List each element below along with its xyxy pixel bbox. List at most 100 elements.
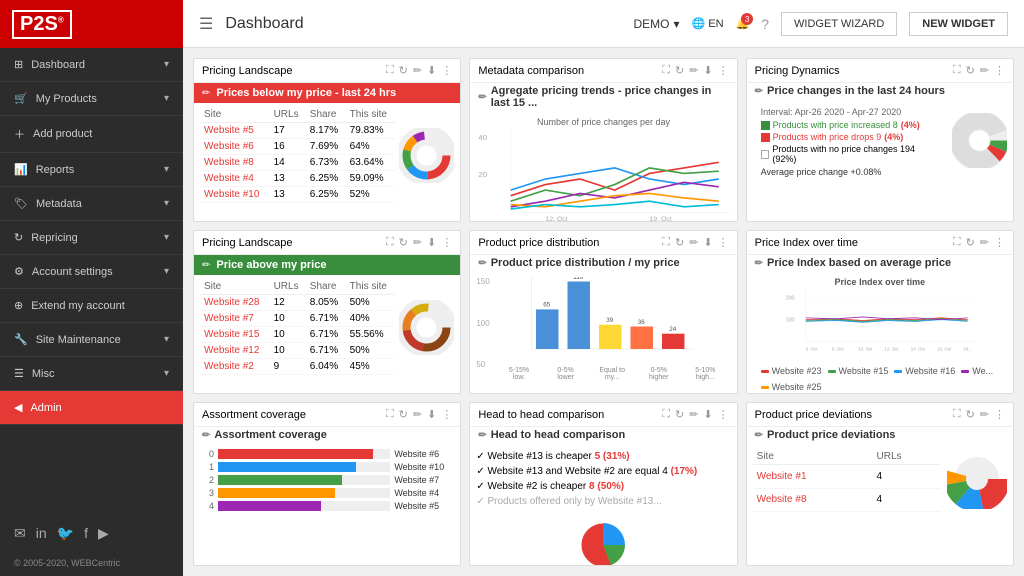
site-link[interactable]: Website #7 (200, 311, 270, 327)
expand-icon[interactable]: ⛶ (953, 64, 961, 77)
twitter-icon[interactable]: 🐦 (57, 525, 74, 542)
more-icon[interactable]: ⋮ (718, 236, 729, 249)
sidebar-item-account-settings[interactable]: ⚙ Account settings ▾ (0, 255, 183, 289)
download-icon[interactable]: ⬇ (427, 236, 436, 249)
widget-body: Site URLs Website #14Website #84 (747, 445, 1013, 565)
chart-title: Price Index over time (753, 277, 1007, 287)
site-link[interactable]: Website #6 (200, 139, 270, 155)
youtube-icon[interactable]: ▶ (98, 525, 109, 542)
globe-icon: 🌐 (692, 18, 706, 30)
more-icon[interactable]: ⋮ (994, 64, 1005, 77)
expand-icon[interactable]: ⛶ (662, 236, 670, 249)
site-link[interactable]: Website #28 (200, 295, 270, 311)
sidebar-item-dashboard[interactable]: ⊞ Dashboard ▾ (0, 48, 183, 82)
sidebar-item-site-maintenance[interactable]: 🔧 Site Maintenance ▾ (0, 323, 183, 357)
refresh-icon[interactable]: ↻ (966, 408, 975, 421)
site-icon: 🔧 (14, 333, 28, 346)
edit-icon[interactable]: ✏ (413, 64, 422, 77)
sidebar-item-extend[interactable]: ⊕ Extend my account (0, 289, 183, 323)
sidebar-item-add-product[interactable]: ＋ Add product (0, 116, 183, 153)
site-link[interactable]: Website #15 (200, 327, 270, 343)
widget-subtitle: ✏ Product price deviations (747, 427, 1013, 445)
refresh-icon[interactable]: ↻ (675, 408, 684, 421)
increased-pct: (4%) (901, 120, 920, 130)
widget-pricing-landscape-above: Pricing Landscape ⛶ ↻ ✏ ⬇ ⋮ ✏ Price abov… (193, 230, 461, 394)
edit-icon[interactable]: ✏ (413, 408, 422, 421)
expand-icon[interactable]: ⛶ (953, 236, 961, 249)
edit-icon[interactable]: ✏ (689, 408, 698, 421)
expand-icon[interactable]: ⛶ (953, 408, 961, 421)
refresh-icon[interactable]: ↻ (966, 236, 975, 249)
more-icon[interactable]: ⋮ (441, 408, 452, 421)
edit-icon[interactable]: ✏ (689, 64, 698, 77)
subtitle-text: Price changes in the last 24 hours (767, 85, 945, 97)
legend-color (894, 370, 902, 373)
expand-icon[interactable]: ⛶ (662, 408, 670, 421)
download-icon[interactable]: ⬇ (703, 64, 712, 77)
edit-icon[interactable]: ✏ (413, 236, 422, 249)
refresh-icon[interactable]: ↻ (399, 64, 408, 77)
site-link[interactable]: Website #2 (200, 359, 270, 375)
site-link[interactable]: Website #5 (200, 123, 270, 139)
more-icon[interactable]: ⋮ (994, 236, 1005, 249)
coverage-bar-item: 1Website #10 (200, 462, 454, 472)
expand-icon[interactable]: ⛶ (386, 236, 394, 249)
expand-icon[interactable]: ⛶ (386, 64, 394, 77)
refresh-icon[interactable]: ↻ (675, 64, 684, 77)
y-label-150: 150 (476, 277, 489, 286)
site-link[interactable]: Website #8 (200, 155, 270, 171)
refresh-icon[interactable]: ↻ (399, 408, 408, 421)
site-link[interactable]: Website #8 (753, 488, 873, 512)
refresh-icon[interactable]: ↻ (675, 236, 684, 249)
chart-icon: 📊 (14, 163, 28, 176)
widget-wizard-button[interactable]: WIDGET WIZARD (781, 12, 897, 36)
refresh-icon[interactable]: ↻ (399, 236, 408, 249)
new-widget-button[interactable]: NEW WIDGET (909, 12, 1008, 36)
sidebar-item-metadata[interactable]: 🏷 Metadata ▾ (0, 187, 183, 221)
bar-fill (218, 488, 335, 498)
hamburger-icon[interactable]: ☰ (199, 14, 213, 34)
urls-cell: 13 (270, 171, 306, 187)
sidebar-item-my-products[interactable]: 🛒 My Products ▾ (0, 82, 183, 116)
email-icon[interactable]: ✉ (14, 525, 26, 542)
legend-item: Website #23 (761, 366, 822, 376)
site-link[interactable]: Website #10 (200, 187, 270, 203)
logo[interactable]: P2S® (0, 0, 183, 48)
facebook-icon[interactable]: f (84, 525, 88, 542)
pl-table-wrap: Site URLs Share This site Website #28128… (200, 279, 454, 375)
linkedin-icon[interactable]: in (36, 525, 47, 542)
edit-icon[interactable]: ✏ (689, 236, 698, 249)
sidebar-item-misc[interactable]: ☰ Misc ▾ (0, 357, 183, 391)
expand-icon[interactable]: ⛶ (386, 408, 394, 421)
edit-icon[interactable]: ✏ (980, 64, 989, 77)
demo-dropdown[interactable]: DEMO ▾ (633, 17, 679, 31)
widget-header-label: Pricing Dynamics (755, 65, 840, 77)
site-link[interactable]: Website #12 (200, 343, 270, 359)
site-link[interactable]: Website #1 (753, 465, 873, 489)
download-icon[interactable]: ⬇ (703, 236, 712, 249)
sidebar-label-site: Site Maintenance (36, 334, 121, 346)
more-icon[interactable]: ⋮ (718, 408, 729, 421)
help-icon[interactable]: ? (761, 16, 769, 32)
sidebar-item-admin[interactable]: ◀ Admin (0, 391, 183, 425)
download-icon[interactable]: ⬇ (427, 408, 436, 421)
bar-1 (536, 309, 559, 349)
more-icon[interactable]: ⋮ (441, 64, 452, 77)
more-icon[interactable]: ⋮ (441, 236, 452, 249)
language-selector[interactable]: 🌐 EN (692, 17, 724, 30)
site-link[interactable]: Website #4 (200, 171, 270, 187)
notifications-bell[interactable]: 🔔 3 (736, 17, 750, 30)
bar-site-label: Website #10 (394, 462, 454, 472)
edit-icon[interactable]: ✏ (980, 236, 989, 249)
widget-header-label: Assortment coverage (202, 409, 306, 421)
urls-cell: 4 (873, 465, 941, 489)
sidebar-item-repricing[interactable]: ↻ Repricing ▾ (0, 221, 183, 255)
expand-icon[interactable]: ⛶ (662, 64, 670, 77)
download-icon[interactable]: ⬇ (427, 64, 436, 77)
edit-icon[interactable]: ✏ (980, 408, 989, 421)
more-icon[interactable]: ⋮ (718, 64, 729, 77)
sidebar-item-reports[interactable]: 📊 Reports ▾ (0, 153, 183, 187)
download-icon[interactable]: ⬇ (703, 408, 712, 421)
refresh-icon[interactable]: ↻ (966, 64, 975, 77)
more-icon[interactable]: ⋮ (994, 408, 1005, 421)
